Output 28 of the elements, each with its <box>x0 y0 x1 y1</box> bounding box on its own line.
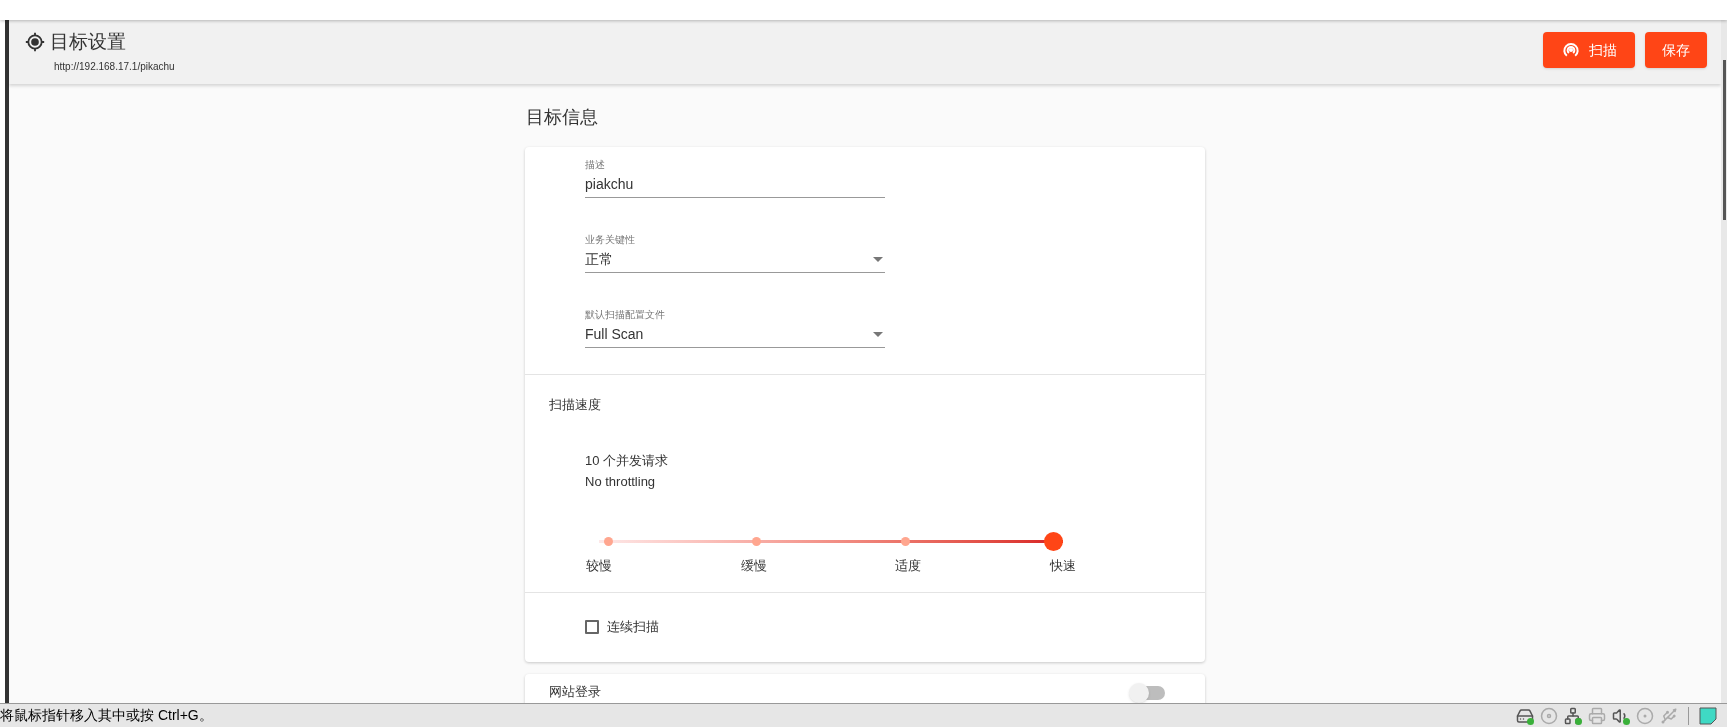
status-hint: 将鼠标指针移入其中或按 Ctrl+G。 <box>0 706 213 725</box>
select-field[interactable]: 默认扫描配置文件 Full Scan <box>585 307 885 348</box>
speed-label: 快速 <box>1050 556 1076 575</box>
usb-icon[interactable] <box>1660 706 1678 725</box>
page-title: 目标设置 <box>50 30 126 54</box>
throttling-text: No throttling <box>585 473 657 491</box>
speed-label: 适度 <box>895 556 922 575</box>
toggle-switch[interactable] <box>1131 685 1165 700</box>
note-icon[interactable] <box>1699 706 1717 725</box>
concurrency-text: 10 个并发请求 <box>585 451 670 470</box>
dropdown-caret-icon <box>873 257 883 262</box>
site-login-title: 网站登录 <box>549 682 601 701</box>
text-field[interactable]: 描述 piakchu <box>585 157 885 198</box>
continuous-scan-label: 连续扫描 <box>607 618 659 637</box>
disc-icon[interactable] <box>1540 706 1558 725</box>
scan-speed-title: 扫描速度 <box>549 396 602 414</box>
checkbox[interactable] <box>585 620 599 634</box>
slider-thumb[interactable] <box>1044 531 1063 551</box>
dropdown-caret-icon <box>873 332 883 337</box>
section-title: 目标信息 <box>526 106 599 129</box>
target-url: http://192.168.17.1/pikachu <box>54 59 175 74</box>
network-icon[interactable] <box>1564 706 1582 725</box>
select-field[interactable]: 业务关键性 正常 <box>585 232 885 273</box>
speed-label: 缓慢 <box>740 556 767 575</box>
printer-icon[interactable] <box>1588 706 1606 725</box>
speed-label: 较慢 <box>586 556 612 575</box>
target-icon <box>25 32 45 53</box>
speaker-icon[interactable] <box>1612 706 1630 725</box>
